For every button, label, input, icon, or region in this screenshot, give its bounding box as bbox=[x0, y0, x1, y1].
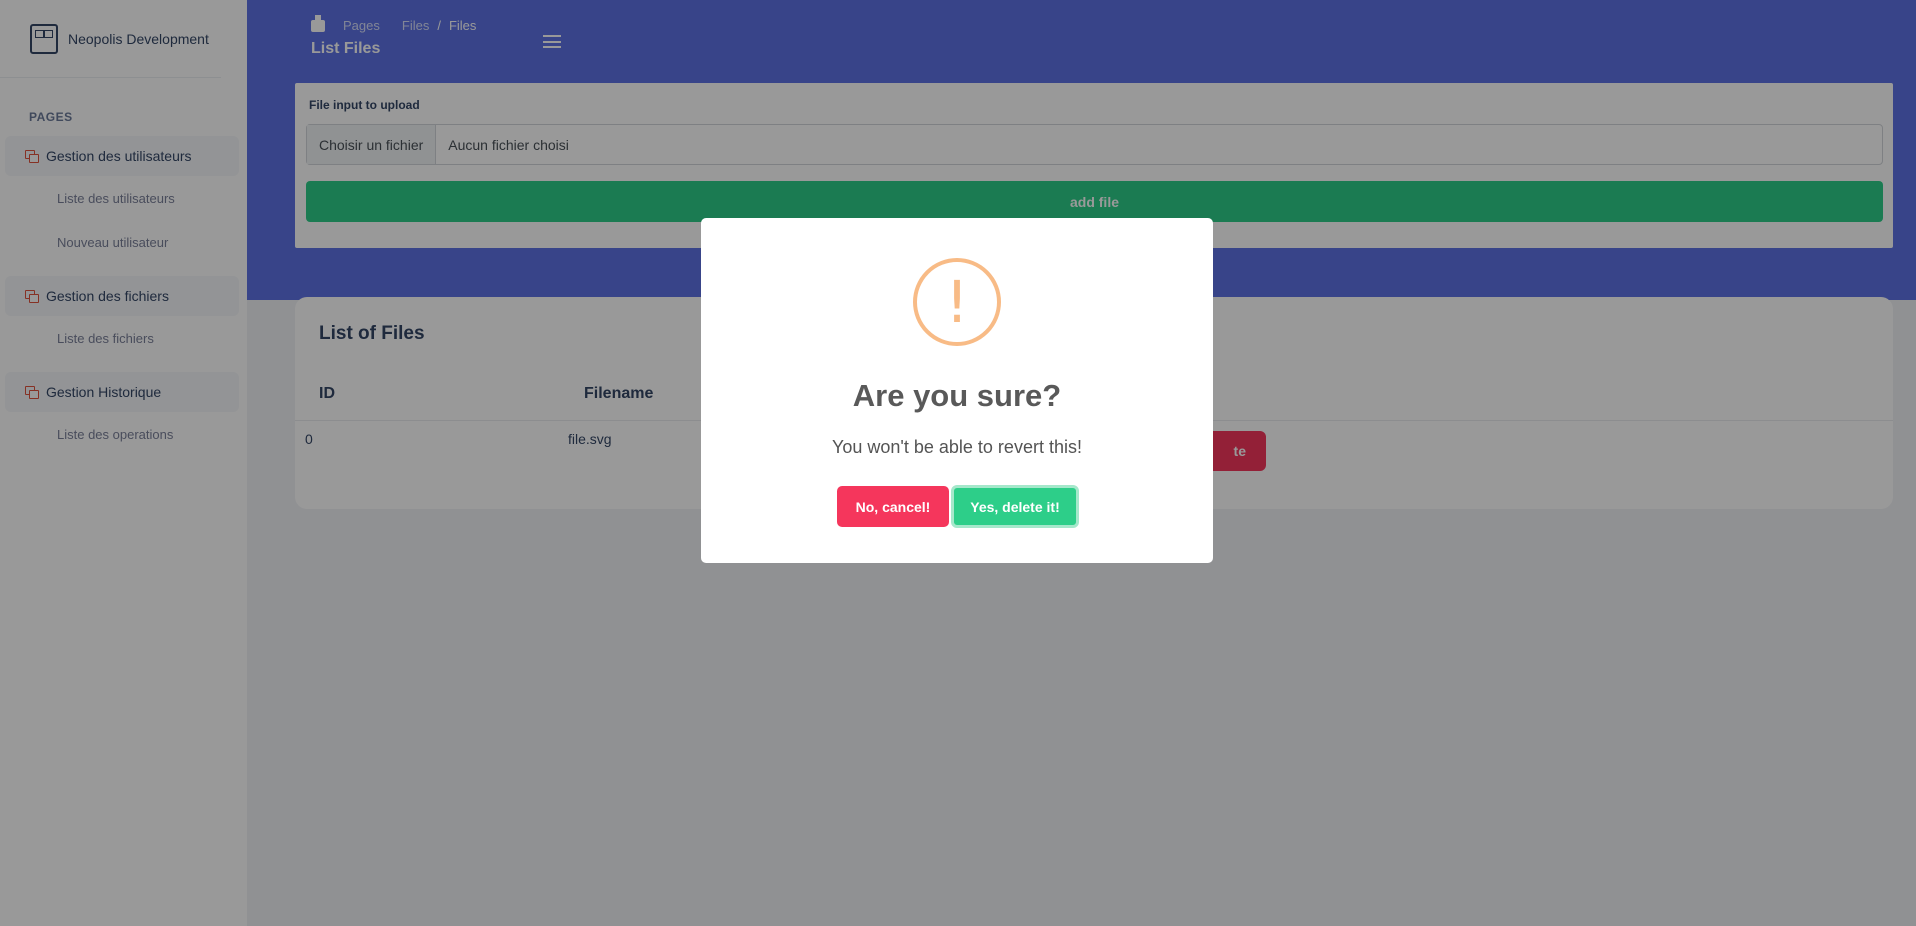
exclamation-mark: ! bbox=[945, 268, 969, 336]
cancel-button[interactable]: No, cancel! bbox=[837, 486, 949, 527]
confirm-delete-button[interactable]: Yes, delete it! bbox=[951, 485, 1079, 528]
confirm-dialog: ! Are you sure? You won't be able to rev… bbox=[701, 218, 1213, 563]
dialog-text: You won't be able to revert this! bbox=[832, 437, 1082, 457]
warning-icon: ! bbox=[913, 258, 1001, 346]
dialog-title: Are you sure? bbox=[852, 378, 1062, 413]
